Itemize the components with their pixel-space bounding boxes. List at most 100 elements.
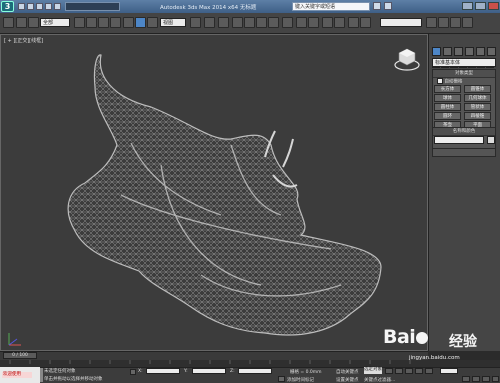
wireframe-mesh [67, 54, 382, 336]
selection-status: 未选定任何对象 [44, 369, 76, 374]
maxscript-label[interactable]: 欢迎使用 [2, 372, 32, 378]
set-key-label[interactable]: 设置关键点 [336, 377, 359, 383]
hierarchy-tab-icon[interactable] [454, 47, 463, 56]
object-color-swatch[interactable] [487, 136, 495, 144]
curve-editor-icon[interactable] [348, 17, 359, 28]
new-file-icon[interactable] [18, 3, 25, 10]
x-coordinate-field[interactable] [146, 368, 180, 374]
y-coordinate-field[interactable] [192, 368, 226, 374]
orbit-icon[interactable] [482, 376, 490, 382]
unlink-icon[interactable] [28, 17, 39, 28]
geosphere-button[interactable]: 几何球体 [464, 94, 491, 102]
pan-icon[interactable] [472, 376, 480, 382]
play-icon[interactable] [405, 368, 413, 374]
current-frame-field[interactable] [440, 368, 458, 374]
named-selection-dropdown[interactable] [380, 18, 422, 27]
close-button[interactable] [488, 2, 499, 10]
utilities-tab-icon[interactable] [487, 47, 496, 56]
selection-filter-dropdown[interactable]: 全部 [40, 18, 70, 27]
layer-manager-icon[interactable] [322, 17, 333, 28]
window-title: Autodesk 3ds Max 2014 x64 无标题 [160, 5, 257, 11]
scale-icon[interactable] [147, 17, 158, 28]
pivot-center-icon[interactable] [190, 17, 201, 28]
go-to-start-icon[interactable] [385, 368, 393, 374]
mesh-outline [67, 54, 382, 336]
motion-tab-icon[interactable] [465, 47, 474, 56]
z-coordinate-field[interactable] [238, 368, 272, 374]
angle-snap-icon[interactable] [244, 17, 255, 28]
link-icon[interactable] [16, 17, 27, 28]
display-tab-icon[interactable] [476, 47, 485, 56]
workspace-dropdown[interactable] [65, 2, 120, 11]
search-icon[interactable] [373, 2, 381, 10]
rendered-frame-icon[interactable] [450, 17, 461, 28]
paw-icon [416, 332, 429, 344]
undo-tool-icon[interactable] [3, 17, 14, 28]
align-icon[interactable] [308, 17, 319, 28]
graphite-toggle-icon[interactable] [334, 17, 345, 28]
time-slider-thumb[interactable]: 0 / 100 [3, 352, 37, 359]
viewcube-icon[interactable] [394, 46, 420, 72]
percent-snap-icon[interactable] [256, 17, 267, 28]
rollout-title[interactable]: 对象类型 [433, 70, 495, 78]
help-icon[interactable] [384, 2, 392, 10]
mirror-icon[interactable] [296, 17, 307, 28]
undo-icon[interactable] [45, 3, 52, 10]
maximize-viewport-icon[interactable] [492, 376, 499, 382]
render-production-icon[interactable] [462, 17, 473, 28]
material-editor-icon[interactable] [426, 17, 437, 28]
category-dropdown[interactable]: 标准基本体 [432, 58, 496, 67]
time-slider[interactable] [0, 351, 428, 360]
search-input[interactable]: 键入关键字或短语 [292, 2, 370, 11]
reference-coordinate-dropdown[interactable]: 视图 [160, 18, 186, 27]
checkbox-box[interactable] [437, 78, 443, 84]
rect-selection-icon[interactable] [98, 17, 109, 28]
key-filters-button[interactable]: 关键点过滤器... [364, 377, 395, 383]
autogrid-label: 自动栅格 [444, 79, 463, 85]
prompt-line: 单击并拖动以选择并移动对象 [44, 377, 103, 382]
sphere-button[interactable]: 球体 [434, 94, 461, 102]
edit-named-selection-icon[interactable] [282, 17, 293, 28]
spinner-snap-icon[interactable] [268, 17, 279, 28]
select-manipulate-icon[interactable] [204, 17, 215, 28]
next-frame-icon[interactable] [415, 368, 423, 374]
modify-tab-icon[interactable] [443, 47, 452, 56]
rotate-icon[interactable] [135, 17, 146, 28]
zoom-icon[interactable] [462, 376, 470, 382]
go-to-end-icon[interactable] [425, 368, 433, 374]
selected-dropdown[interactable]: 选定对象 [364, 367, 382, 374]
time-tag-icon[interactable] [278, 376, 285, 382]
open-file-icon[interactable] [27, 3, 34, 10]
perspective-viewport[interactable]: [ + ][正交][线框] [0, 34, 428, 351]
app-logo-icon[interactable]: 3 [1, 1, 14, 12]
track-bar[interactable] [0, 360, 500, 367]
pyramid-button[interactable]: 四棱锥 [464, 112, 491, 120]
torus-button[interactable]: 圆环 [434, 112, 461, 120]
axis-tripod-icon [8, 333, 21, 346]
lock-selection-icon[interactable] [130, 369, 136, 375]
viewport-label[interactable]: [ + ][正交][线框] [4, 37, 43, 44]
add-time-tag[interactable]: 添加时间标记 [287, 377, 314, 383]
move-icon[interactable] [123, 17, 134, 28]
redo-icon[interactable] [54, 3, 61, 10]
maximize-button[interactable] [475, 2, 486, 10]
divider [40, 368, 43, 382]
rollout-title[interactable]: 名称和颜色 [433, 128, 495, 136]
keyboard-shortcut-icon[interactable] [218, 17, 229, 28]
box-button[interactable]: 长方体 [434, 85, 461, 93]
window-crossing-icon[interactable] [110, 17, 121, 28]
schematic-view-icon[interactable] [360, 17, 371, 28]
create-tab-icon[interactable] [432, 47, 441, 56]
cone-button[interactable]: 圆锥体 [464, 85, 491, 93]
previous-frame-icon[interactable] [395, 368, 403, 374]
minimize-button[interactable] [462, 2, 473, 10]
object-name-input[interactable] [434, 136, 484, 144]
select-object-icon[interactable] [74, 17, 85, 28]
autogrid-checkbox[interactable]: 自动栅格 [437, 78, 462, 85]
select-by-name-icon[interactable] [86, 17, 97, 28]
cylinder-button[interactable]: 圆柱体 [434, 103, 461, 111]
snap-toggle-icon[interactable] [232, 17, 243, 28]
save-file-icon[interactable] [36, 3, 43, 10]
render-setup-icon[interactable] [438, 17, 449, 28]
tube-button[interactable]: 管状体 [464, 103, 491, 111]
